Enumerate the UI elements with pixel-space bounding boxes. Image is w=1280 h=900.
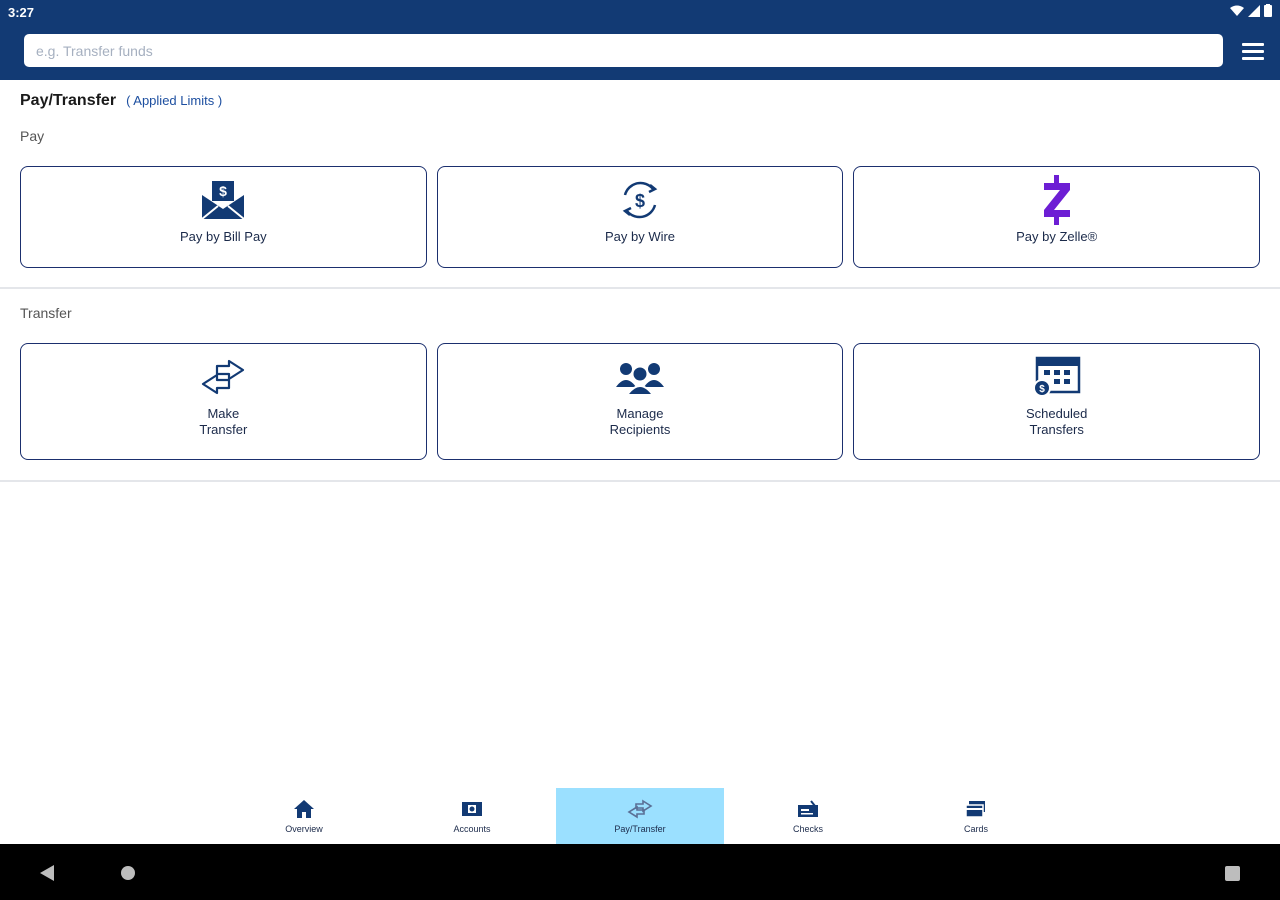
tile-label: Manage Recipients	[609, 406, 671, 437]
zelle-icon	[1040, 175, 1074, 225]
tile-label: Pay by Zelle®	[1016, 229, 1098, 244]
menu-icon-line	[1242, 57, 1264, 60]
status-time: 3:27	[8, 5, 35, 20]
nav-label: Pay/Transfer	[614, 824, 666, 834]
back-icon[interactable]	[40, 865, 54, 881]
cards-icon	[965, 798, 987, 820]
accounts-icon	[461, 798, 483, 820]
nav-accounts[interactable]: Accounts	[388, 788, 556, 844]
section-divider	[0, 287, 1280, 289]
pay-tiles: $ Pay by Bill Pay $ Pay by Wire Pay by Z…	[20, 166, 1261, 268]
system-icons	[1230, 4, 1272, 17]
scheduled-transfers-button[interactable]: $ Scheduled Transfers	[853, 343, 1261, 460]
menu-icon-line	[1242, 43, 1264, 46]
pay-transfer-icon	[627, 798, 653, 820]
wifi-icon	[1230, 5, 1244, 16]
tile-label: Pay by Bill Pay	[179, 229, 267, 244]
tile-label: Make Transfer	[199, 406, 248, 437]
menu-button[interactable]	[1242, 43, 1264, 61]
search-input[interactable]	[24, 34, 1223, 67]
nav-checks[interactable]: Checks	[724, 788, 892, 844]
nav-overview[interactable]: Overview	[220, 788, 388, 844]
wire-dollar-icon: $	[617, 177, 663, 223]
home-circle-icon[interactable]	[120, 865, 136, 881]
nav-pay-transfer[interactable]: Pay/Transfer	[556, 788, 724, 844]
app-bar	[0, 26, 1280, 80]
page-header: Pay/Transfer ( Applied Limits )	[20, 92, 222, 110]
transfer-tiles: Make Transfer Manage Recipients $ Schedu…	[20, 343, 1261, 460]
checks-icon	[797, 798, 819, 820]
nav-cards[interactable]: Cards	[892, 788, 1060, 844]
svg-text:$: $	[219, 183, 227, 199]
menu-icon-line	[1242, 50, 1264, 53]
manage-recipients-button[interactable]: Manage Recipients	[436, 343, 844, 460]
make-transfer-button[interactable]: Make Transfer	[20, 343, 427, 460]
pay-by-bill-pay-button[interactable]: $ Pay by Bill Pay	[20, 166, 427, 268]
svg-text:$: $	[635, 191, 645, 211]
nav-label: Accounts	[453, 824, 491, 834]
pay-by-zelle-button[interactable]: Pay by Zelle®	[853, 166, 1261, 268]
battery-icon	[1264, 4, 1272, 17]
svg-text:$: $	[1039, 384, 1045, 395]
recents-icon[interactable]	[1225, 866, 1240, 881]
section-divider	[0, 480, 1280, 482]
applied-limits-link[interactable]: ( Applied Limits )	[126, 93, 222, 108]
bill-pay-envelope-icon: $	[200, 177, 246, 223]
calendar-icon: $	[1032, 354, 1082, 400]
nav-label: Overview	[285, 824, 323, 834]
bottom-nav: Overview Accounts Pay/Transfer Checks Ca…	[0, 788, 1280, 844]
page-title: Pay/Transfer	[20, 92, 117, 109]
transfer-arrows-icon	[199, 354, 247, 400]
signal-icon	[1248, 4, 1260, 17]
status-bar: 3:27	[0, 0, 1280, 26]
tile-label: Pay by Wire	[604, 229, 676, 244]
transfer-section-label: Transfer	[20, 305, 72, 321]
nav-label: Checks	[792, 824, 823, 834]
recipients-icon	[615, 354, 665, 400]
pay-by-wire-button[interactable]: $ Pay by Wire	[436, 166, 844, 268]
system-nav-bar	[0, 844, 1280, 900]
pay-section-label: Pay	[20, 128, 45, 144]
nav-label: Cards	[963, 824, 988, 834]
tile-label: Scheduled Transfers	[1025, 406, 1088, 437]
home-icon	[293, 798, 315, 820]
